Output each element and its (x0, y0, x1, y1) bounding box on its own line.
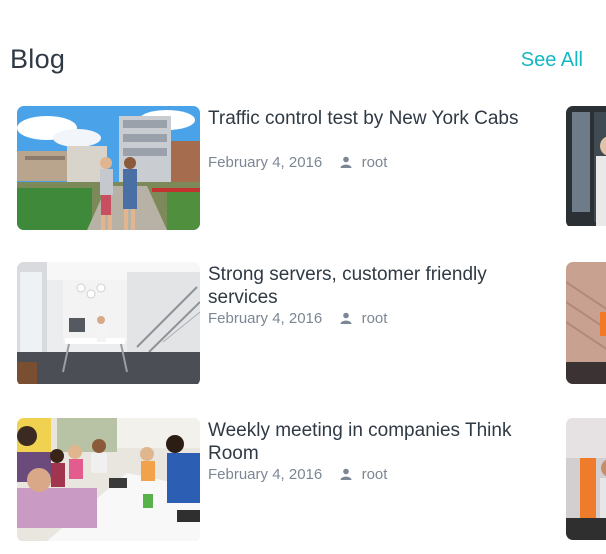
post-meta: February 4, 2016 root (208, 154, 387, 172)
post-date: February 4, 2016 (208, 154, 323, 171)
user-icon (340, 155, 352, 172)
post-title[interactable]: Traffic control test by New York Cabs (208, 107, 538, 130)
see-all-link[interactable]: See All (521, 49, 583, 72)
post-thumbnail[interactable] (17, 418, 200, 542)
blog-post-card[interactable]: Strong servers, customer friendly servic… (17, 262, 557, 386)
next-post-thumbnail[interactable] (566, 418, 606, 540)
post-author[interactable]: root (362, 466, 388, 483)
section-title: Blog (10, 44, 66, 74)
user-icon (340, 311, 352, 328)
next-post-thumbnail[interactable] (566, 106, 606, 228)
user-icon (340, 467, 352, 484)
section-header: Blog See All (10, 40, 586, 80)
post-author[interactable]: root (362, 310, 388, 327)
post-thumbnail[interactable] (17, 106, 200, 230)
blog-section: Blog See All Traffic control test by New… (0, 0, 606, 554)
post-date: February 4, 2016 (208, 310, 323, 327)
post-meta: February 4, 2016 root (208, 310, 387, 328)
post-date: February 4, 2016 (208, 466, 323, 483)
post-title[interactable]: Strong servers, customer friendly servic… (208, 263, 538, 309)
post-author[interactable]: root (362, 154, 388, 171)
blog-post-card[interactable]: Traffic control test by New York Cabs Fe… (17, 106, 557, 230)
post-thumbnail[interactable] (17, 262, 200, 386)
blog-post-card[interactable]: Weekly meeting in companies Think Room F… (17, 418, 557, 542)
post-title[interactable]: Weekly meeting in companies Think Room (208, 419, 538, 465)
next-post-thumbnail[interactable] (566, 262, 606, 384)
post-meta: February 4, 2016 root (208, 466, 387, 484)
